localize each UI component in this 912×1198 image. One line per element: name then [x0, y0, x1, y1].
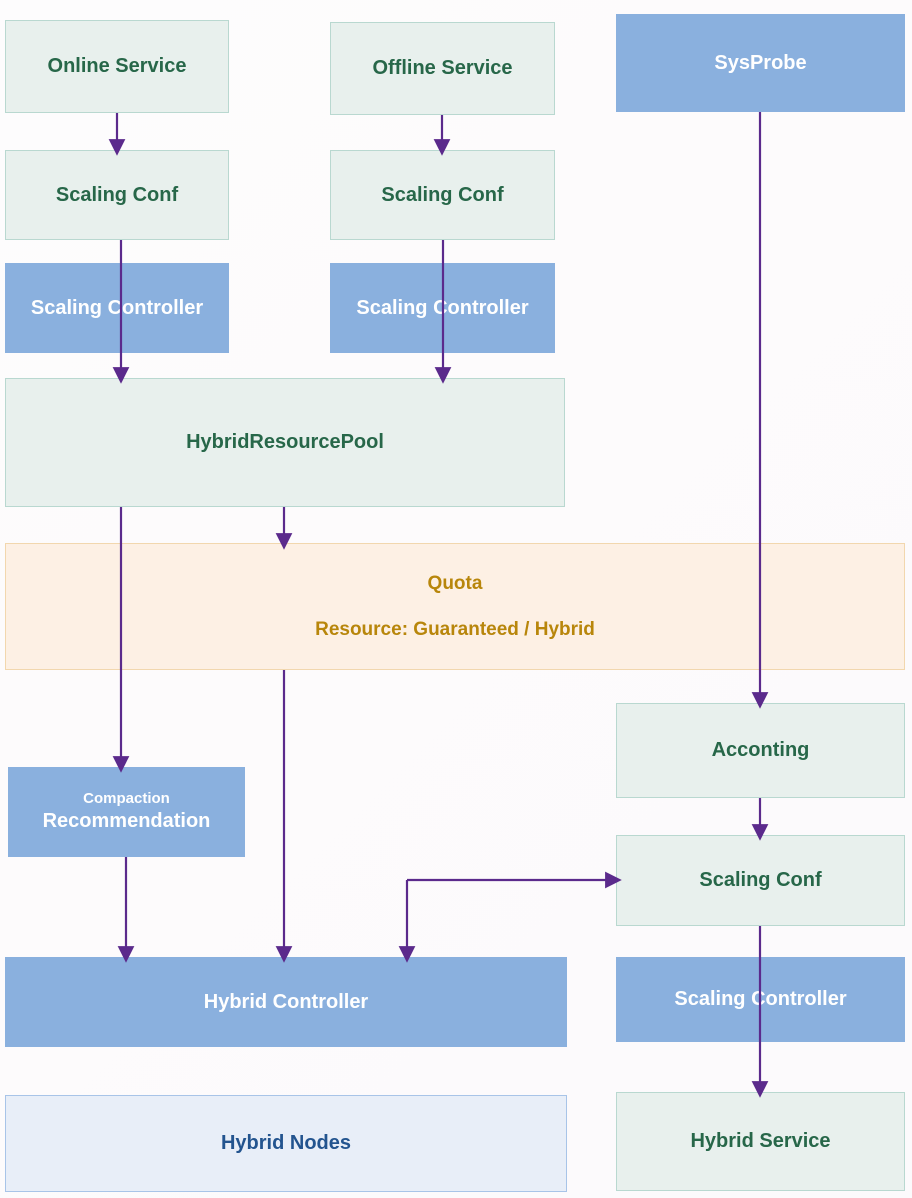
- node-quota[interactable]: Quota Resource: Guaranteed / Hybrid: [5, 543, 905, 670]
- node-scaling-controller-mid-label: Scaling Controller: [356, 296, 529, 319]
- node-compaction-recommendation[interactable]: Compaction Recommendation: [8, 767, 245, 857]
- node-scaling-controller-right[interactable]: Scaling Controller: [616, 957, 905, 1042]
- node-hybrid-nodes[interactable]: Hybrid Nodes: [5, 1095, 567, 1192]
- node-online-service[interactable]: Online Service: [5, 20, 229, 113]
- node-hybrid-controller-label: Hybrid Controller: [203, 990, 369, 1013]
- node-hybrid-resource-pool-label: HybridResourcePool: [186, 431, 384, 453]
- node-scaling-conf-left-label: Scaling Conf: [55, 183, 179, 206]
- node-scaling-conf-right[interactable]: Scaling Conf: [616, 835, 905, 926]
- node-acconting[interactable]: Acconting: [616, 703, 905, 798]
- node-scaling-controller-mid[interactable]: Scaling Controller: [330, 263, 555, 353]
- node-hybrid-service[interactable]: Hybrid Service: [616, 1092, 905, 1191]
- node-quota-title: Quota: [427, 572, 483, 594]
- node-compaction-recommendation-line1: Compaction: [83, 789, 170, 807]
- node-sysprobe-label: SysProbe: [714, 51, 807, 74]
- node-offline-service-label: Offline Service: [372, 57, 513, 79]
- diagram-canvas: Online Service Offline Service SysProbe …: [0, 0, 912, 1198]
- node-hybrid-service-label: Hybrid Service: [690, 1130, 831, 1152]
- node-scaling-conf-left[interactable]: Scaling Conf: [5, 150, 229, 240]
- node-online-service-label: Online Service: [47, 55, 187, 77]
- node-scaling-controller-left-label: Scaling Controller: [30, 296, 204, 319]
- node-hybrid-nodes-label: Hybrid Nodes: [220, 1132, 352, 1154]
- node-sysprobe[interactable]: SysProbe: [616, 14, 905, 112]
- node-hybrid-controller[interactable]: Hybrid Controller: [5, 957, 567, 1047]
- node-hybrid-resource-pool[interactable]: HybridResourcePool: [5, 378, 565, 507]
- node-acconting-label: Acconting: [711, 739, 810, 761]
- node-quota-resource-label: Resource: Guaranteed / Hybrid: [315, 618, 595, 640]
- node-scaling-conf-right-label: Scaling Conf: [699, 869, 822, 891]
- node-scaling-conf-mid-label: Scaling Conf: [381, 183, 504, 206]
- node-compaction-recommendation-line2: Recommendation: [42, 810, 211, 833]
- node-scaling-conf-mid[interactable]: Scaling Conf: [330, 150, 555, 240]
- node-offline-service[interactable]: Offline Service: [330, 22, 555, 115]
- node-scaling-controller-left[interactable]: Scaling Controller: [5, 263, 229, 353]
- node-scaling-controller-right-label: Scaling Controller: [674, 988, 847, 1010]
